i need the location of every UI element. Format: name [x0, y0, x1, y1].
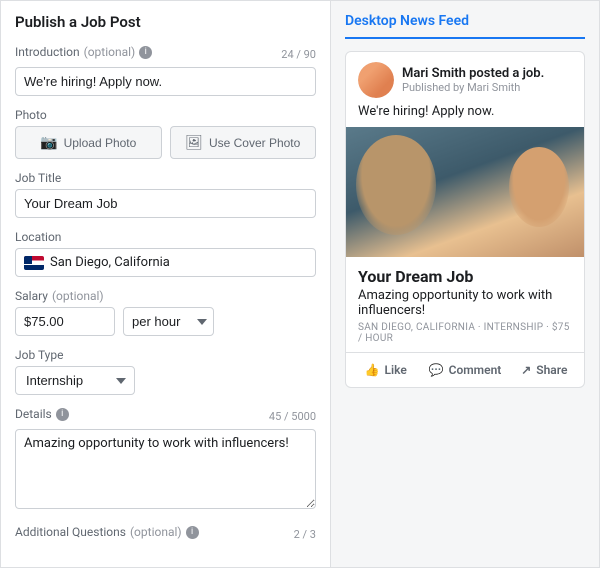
- job-title-label: Job Title: [15, 171, 316, 185]
- face-silhouette-2: [509, 147, 569, 227]
- details-info-icon[interactable]: i: [56, 408, 69, 421]
- additional-questions-char-count: 2 / 3: [294, 528, 316, 541]
- details-textarea[interactable]: Amazing opportunity to work with influen…: [15, 429, 316, 509]
- location-label: Location: [15, 230, 316, 244]
- comment-button[interactable]: 💬 Comment: [425, 357, 504, 383]
- job-type-select[interactable]: Full-Time Part-Time Internship Volunteer…: [15, 366, 135, 395]
- location-group: Location San Diego, California: [15, 230, 316, 277]
- avatar-image: [358, 62, 394, 98]
- additional-questions-group: Additional Questions (optional) i 2 / 3: [15, 525, 316, 543]
- like-icon: 👍: [365, 363, 380, 377]
- additional-questions-label: Additional Questions (optional) i: [15, 525, 199, 539]
- image-icon: 🖼: [185, 134, 203, 151]
- additional-questions-info-icon[interactable]: i: [186, 526, 199, 539]
- preview-job-title: Your Dream Job: [358, 267, 572, 286]
- comment-icon: 💬: [429, 363, 444, 377]
- salary-period-select[interactable]: per hour per day per week per month per …: [123, 307, 214, 336]
- introduction-group: Introduction (optional) i 24 / 90: [15, 45, 316, 96]
- salary-group: Salary (optional) per hour per day per w…: [15, 289, 316, 336]
- location-value: San Diego, California: [50, 255, 170, 270]
- salary-label: Salary (optional): [15, 289, 316, 303]
- preview-header-text: Mari Smith posted a job. Published by Ma…: [402, 66, 544, 94]
- upload-photo-button[interactable]: 📷 Upload Photo: [15, 126, 162, 159]
- introduction-input[interactable]: [15, 67, 316, 96]
- salary-row: per hour per day per week per month per …: [15, 307, 316, 336]
- preview-card: Mari Smith posted a job. Published by Ma…: [345, 51, 585, 388]
- job-type-group: Job Type Full-Time Part-Time Internship …: [15, 348, 316, 395]
- location-flag-icon: [24, 256, 44, 270]
- preview-photo: [346, 127, 584, 257]
- preview-job-desc: Amazing opportunity to work with influen…: [358, 288, 572, 318]
- preview-intro-text: We're hiring! Apply now.: [346, 104, 584, 127]
- photo-row: 📷 Upload Photo 🖼 Use Cover Photo: [15, 126, 316, 159]
- share-button[interactable]: ↗ Share: [505, 357, 584, 383]
- poster-name: Mari Smith posted a job.: [402, 66, 544, 81]
- like-button[interactable]: 👍 Like: [346, 357, 425, 383]
- avatar: [358, 62, 394, 98]
- details-label: Details i: [15, 407, 69, 421]
- share-icon: ↗: [521, 363, 531, 377]
- details-group: Details i 45 / 5000 Amazing opportunity …: [15, 407, 316, 513]
- location-input[interactable]: San Diego, California: [15, 248, 316, 277]
- preview-subtitle: Published by Mari Smith: [402, 81, 544, 94]
- introduction-info-icon[interactable]: i: [139, 46, 152, 59]
- preview-job-info: Your Dream Job Amazing opportunity to wo…: [346, 257, 584, 352]
- introduction-char-count: 24 / 90: [281, 48, 316, 61]
- preview-title: Desktop News Feed: [345, 13, 585, 39]
- preview-header: Mari Smith posted a job. Published by Ma…: [346, 52, 584, 104]
- salary-input[interactable]: [15, 307, 115, 336]
- preview-job-meta: SAN DIEGO, CALIFORNIA · INTERNSHIP · $75…: [358, 322, 572, 344]
- left-panel: Publish a Job Post Introduction (optiona…: [1, 1, 331, 567]
- page-title: Publish a Job Post: [15, 13, 316, 31]
- job-type-label: Job Type: [15, 348, 316, 362]
- photo-group: Photo 📷 Upload Photo 🖼 Use Cover Photo: [15, 108, 316, 159]
- job-title-group: Job Title: [15, 171, 316, 218]
- camera-icon: 📷: [40, 134, 57, 151]
- job-title-input[interactable]: [15, 189, 316, 218]
- introduction-label: Introduction (optional) i: [15, 45, 152, 59]
- preview-actions: 👍 Like 💬 Comment ↗ Share: [346, 352, 584, 387]
- face-silhouette-1: [356, 135, 436, 235]
- use-cover-photo-button[interactable]: 🖼 Use Cover Photo: [170, 126, 317, 159]
- details-char-count: 45 / 5000: [269, 410, 316, 423]
- photo-label: Photo: [15, 108, 316, 122]
- right-panel: Desktop News Feed Mari Smith posted a jo…: [331, 1, 599, 567]
